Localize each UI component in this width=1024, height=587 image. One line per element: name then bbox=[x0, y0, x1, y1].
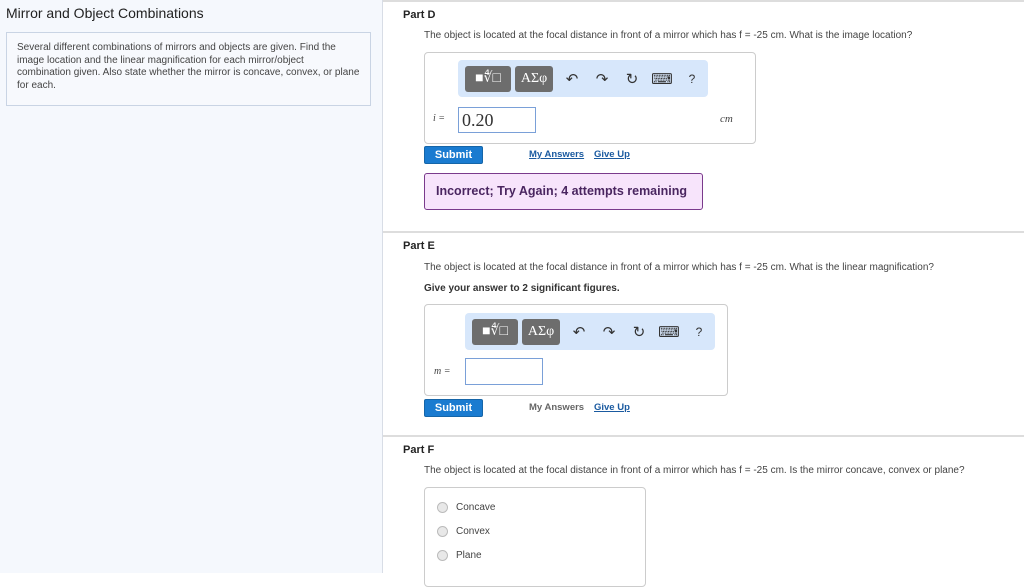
part-d-give-up-link[interactable]: Give Up bbox=[594, 149, 630, 160]
radio-button[interactable] bbox=[437, 526, 448, 537]
radio-button[interactable] bbox=[437, 502, 448, 513]
undo-icon[interactable]: ↶ bbox=[564, 323, 594, 341]
part-d-my-answers-link[interactable]: My Answers bbox=[529, 149, 584, 160]
part-d-label: Part D bbox=[403, 9, 436, 21]
divider bbox=[383, 231, 1024, 233]
undo-icon[interactable]: ↶ bbox=[557, 70, 587, 88]
greek-symbols-button[interactable]: ΑΣφ bbox=[522, 318, 560, 345]
option-concave[interactable]: Concave bbox=[437, 502, 495, 513]
option-label: Convex bbox=[456, 526, 490, 537]
unit-label: cm bbox=[720, 113, 733, 125]
m-label: m = bbox=[434, 366, 451, 377]
part-f-question: The object is located at the focal dista… bbox=[424, 465, 965, 476]
part-e-math-toolbar: ■∜□ ΑΣφ ↶ ↷ ↻ ⌨ ? bbox=[465, 313, 715, 350]
part-e-question: The object is located at the focal dista… bbox=[424, 262, 934, 273]
help-icon[interactable]: ? bbox=[684, 325, 714, 339]
part-e-give-up-link[interactable]: Give Up bbox=[594, 402, 630, 413]
help-icon[interactable]: ? bbox=[677, 72, 707, 86]
keyboard-icon[interactable]: ⌨ bbox=[647, 70, 677, 88]
part-d-math-toolbar: ■∜□ ΑΣφ ↶ ↷ ↻ ⌨ ? bbox=[458, 60, 708, 97]
reset-icon[interactable]: ↻ bbox=[617, 70, 647, 88]
option-label: Concave bbox=[456, 502, 496, 513]
templates-button[interactable]: ■∜□ bbox=[465, 65, 511, 92]
redo-icon[interactable]: ↷ bbox=[594, 323, 624, 341]
part-e-instruction: Give your answer to 2 significant figure… bbox=[424, 283, 620, 294]
redo-icon[interactable]: ↷ bbox=[587, 70, 617, 88]
part-e-label: Part E bbox=[403, 240, 435, 252]
part-f-label: Part F bbox=[403, 444, 435, 456]
image-location-input[interactable]: 0.20 bbox=[458, 107, 536, 133]
keyboard-icon[interactable]: ⌨ bbox=[654, 323, 684, 341]
option-convex[interactable]: Convex bbox=[437, 526, 490, 537]
radio-button[interactable] bbox=[437, 550, 448, 561]
greek-symbols-button[interactable]: ΑΣφ bbox=[515, 65, 553, 92]
i-label: i = bbox=[433, 113, 446, 124]
divider bbox=[383, 0, 1024, 2]
option-plane[interactable]: Plane bbox=[437, 550, 482, 561]
divider bbox=[383, 435, 1024, 437]
reset-icon[interactable]: ↻ bbox=[624, 323, 654, 341]
part-d-question: The object is located at the focal dista… bbox=[424, 30, 913, 41]
part-e-submit-button[interactable]: Submit bbox=[424, 399, 483, 417]
page-title: Mirror and Object Combinations bbox=[6, 5, 204, 21]
magnification-input[interactable] bbox=[465, 358, 543, 385]
option-label: Plane bbox=[456, 550, 482, 561]
intro-text: Several different combinations of mirror… bbox=[6, 32, 371, 106]
part-d-submit-button[interactable]: Submit bbox=[424, 146, 483, 164]
templates-button[interactable]: ■∜□ bbox=[472, 318, 518, 345]
part-e-my-answers: My Answers bbox=[529, 402, 585, 413]
feedback-message: Incorrect; Try Again; 4 attempts remaini… bbox=[424, 173, 703, 210]
